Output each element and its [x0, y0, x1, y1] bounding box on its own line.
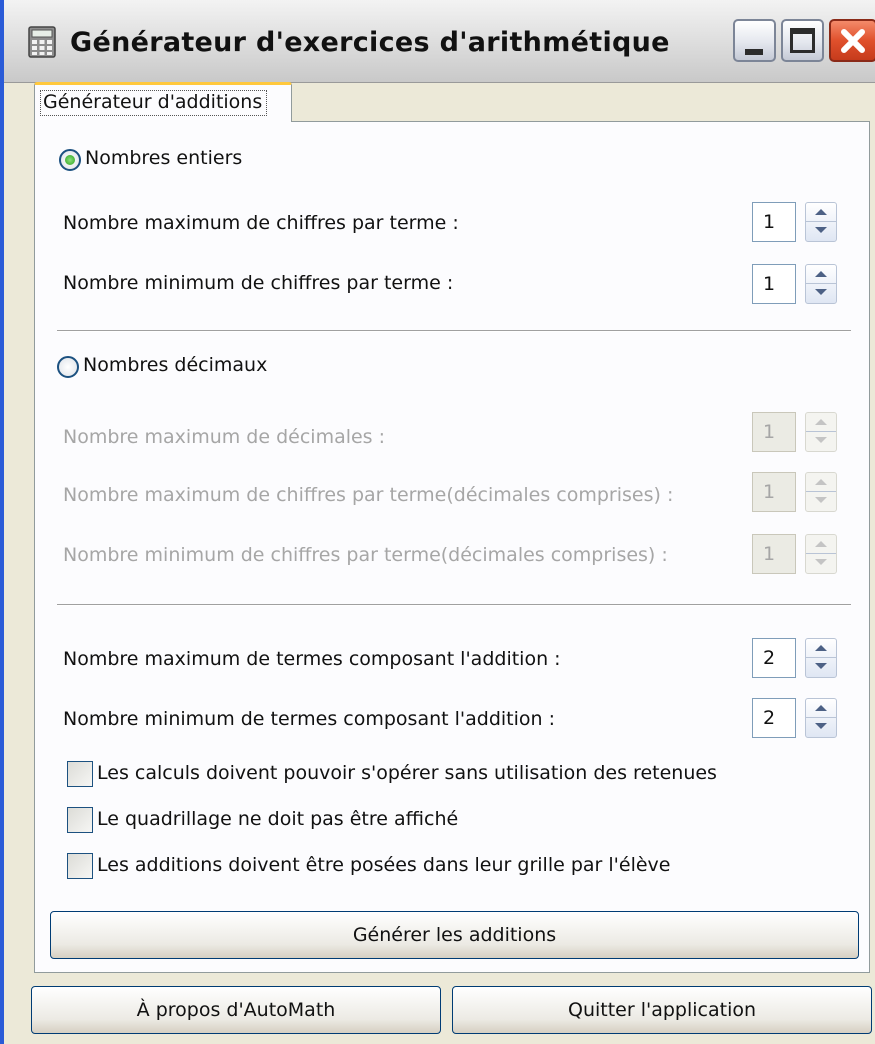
spin-up-button: [806, 473, 836, 492]
arrow-down-icon: [815, 437, 827, 443]
close-icon: [837, 25, 869, 57]
no-carry-label[interactable]: Les calculs doivent pouvoir s'opérer san…: [97, 762, 717, 784]
min-terms-input[interactable]: 2: [752, 698, 796, 738]
spin-down-button: [806, 554, 836, 573]
max-digits-decimal-input: 1: [752, 472, 796, 512]
maximize-button[interactable]: [781, 19, 824, 62]
tab-panel: Nombres entiers Nombre maximum de chiffr…: [34, 121, 870, 973]
maximize-icon: [790, 28, 815, 53]
tab-label: Générateur d'additions: [40, 90, 268, 116]
arrow-down-icon: [815, 289, 827, 295]
spin-down-button: [806, 492, 836, 511]
generate-button[interactable]: Générer les additions: [50, 911, 859, 959]
arrow-up-icon: [815, 271, 827, 277]
min-digits-decimal-input: 1: [752, 534, 796, 574]
spin-down-button[interactable]: [806, 284, 836, 303]
close-button[interactable]: [829, 19, 875, 62]
spin-down-button[interactable]: [806, 658, 836, 677]
window-title: Générateur d'exercices d'arithmétique: [70, 27, 670, 58]
quit-button-label: Quitter l'application: [567, 999, 757, 1021]
decimals-radio[interactable]: [57, 356, 79, 378]
arrow-down-icon: [815, 723, 827, 729]
app-window: Générateur d'exercices d'arithmétique Gé…: [0, 0, 875, 1044]
hide-grid-label[interactable]: Le quadrillage ne doit pas être affiché: [97, 808, 458, 830]
separator: [57, 330, 851, 332]
min-digits-decimal-label: Nombre minimum de chiffres par terme(déc…: [63, 544, 668, 566]
spin-down-button: [806, 432, 836, 451]
min-digits-input[interactable]: 1: [752, 264, 796, 304]
arrow-up-icon: [815, 419, 827, 425]
integers-radio-label[interactable]: Nombres entiers: [85, 147, 242, 169]
student-grid-label[interactable]: Les additions doivent être posées dans l…: [97, 854, 670, 876]
max-digits-decimal-label: Nombre maximum de chiffres par terme(déc…: [63, 484, 674, 506]
max-terms-input[interactable]: 2: [752, 638, 796, 678]
max-digits-spinner[interactable]: [805, 202, 837, 242]
minimize-button[interactable]: [733, 19, 776, 62]
min-digits-label: Nombre minimum de chiffres par terme :: [63, 272, 454, 294]
max-decimals-label: Nombre maximum de décimales :: [63, 426, 386, 448]
max-digits-label: Nombre maximum de chiffres par terme :: [63, 212, 459, 234]
no-carry-checkbox[interactable]: [67, 761, 93, 787]
spin-down-button[interactable]: [806, 718, 836, 737]
max-terms-label: Nombre maximum de termes composant l'add…: [63, 648, 561, 670]
max-terms-spinner[interactable]: [805, 638, 837, 678]
spin-down-button[interactable]: [806, 222, 836, 241]
hide-grid-checkbox[interactable]: [67, 807, 93, 833]
arrow-up-icon: [815, 705, 827, 711]
calculator-icon: [28, 26, 56, 58]
arrow-up-icon: [815, 645, 827, 651]
decimals-radio-label[interactable]: Nombres décimaux: [83, 354, 267, 376]
quit-button[interactable]: Quitter l'application: [452, 986, 872, 1034]
min-digits-spinner[interactable]: [805, 264, 837, 304]
arrow-up-icon: [815, 541, 827, 547]
min-terms-label: Nombre minimum de termes composant l'add…: [63, 708, 555, 730]
arrow-down-icon: [815, 559, 827, 565]
about-button-label: À propos d'AutoMath: [136, 999, 336, 1021]
spin-up-button: [806, 413, 836, 432]
max-decimals-input: 1: [752, 412, 796, 452]
generate-button-label: Générer les additions: [352, 924, 557, 946]
max-digits-input[interactable]: 1: [752, 202, 796, 242]
spin-up-button[interactable]: [806, 699, 836, 718]
spin-up-button[interactable]: [806, 639, 836, 658]
arrow-up-icon: [815, 209, 827, 215]
arrow-down-icon: [815, 663, 827, 669]
about-button[interactable]: À propos d'AutoMath: [31, 986, 441, 1034]
max-digits-decimal-spinner: [805, 472, 837, 512]
separator: [57, 604, 851, 606]
min-terms-spinner[interactable]: [805, 698, 837, 738]
spin-up-button: [806, 535, 836, 554]
title-bar[interactable]: Générateur d'exercices d'arithmétique: [4, 0, 875, 83]
min-digits-decimal-spinner: [805, 534, 837, 574]
max-decimals-spinner: [805, 412, 837, 452]
arrow-down-icon: [815, 227, 827, 233]
student-grid-checkbox[interactable]: [67, 853, 93, 879]
integers-radio[interactable]: [59, 149, 81, 171]
spin-up-button[interactable]: [806, 265, 836, 284]
spin-up-button[interactable]: [806, 203, 836, 222]
arrow-up-icon: [815, 479, 827, 485]
tab-addition-generator[interactable]: Générateur d'additions: [34, 82, 292, 122]
minimize-icon: [745, 49, 763, 55]
arrow-down-icon: [815, 497, 827, 503]
